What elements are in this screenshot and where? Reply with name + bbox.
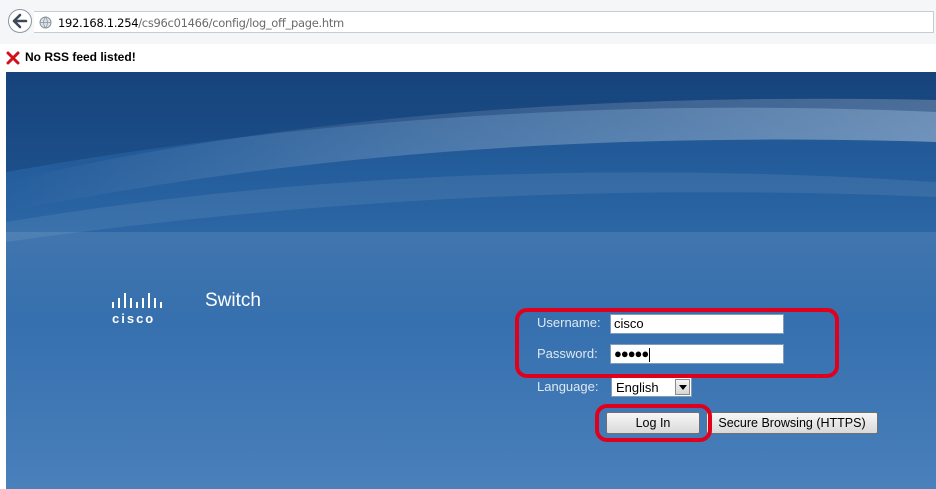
globe-icon xyxy=(39,16,52,29)
url-path: /cs96c01466/config/log_off_page.htm xyxy=(138,16,344,30)
product-name: Switch xyxy=(205,290,261,311)
back-button[interactable] xyxy=(8,9,32,33)
browser-toolbar: 192.168.1.254/cs96c01466/config/log_off_… xyxy=(0,0,936,45)
credentials-highlight xyxy=(515,308,839,378)
error-x-icon xyxy=(6,51,20,65)
login-button-highlight xyxy=(595,404,712,442)
url-host: 192.168.1.254 xyxy=(58,16,139,30)
brand-name: cisco xyxy=(112,311,156,326)
language-selected: English xyxy=(616,380,659,395)
login-page: cisco Switch Username: cisco Password: ●… xyxy=(6,72,936,489)
secure-browsing-button[interactable]: Secure Browsing (HTTPS) xyxy=(706,412,878,434)
address-bar[interactable]: 192.168.1.254/cs96c01466/config/log_off_… xyxy=(34,11,934,33)
rss-message: No RSS feed listed! xyxy=(25,50,136,64)
language-label: Language: xyxy=(537,379,599,394)
cisco-bars-icon xyxy=(112,293,162,308)
url-text: 192.168.1.254/cs96c01466/config/log_off_… xyxy=(58,16,344,30)
rss-bar: No RSS feed listed! xyxy=(0,44,936,70)
back-arrow-icon xyxy=(12,13,28,29)
dropdown-arrow-icon[interactable] xyxy=(675,379,690,395)
language-select[interactable]: English xyxy=(611,377,692,397)
